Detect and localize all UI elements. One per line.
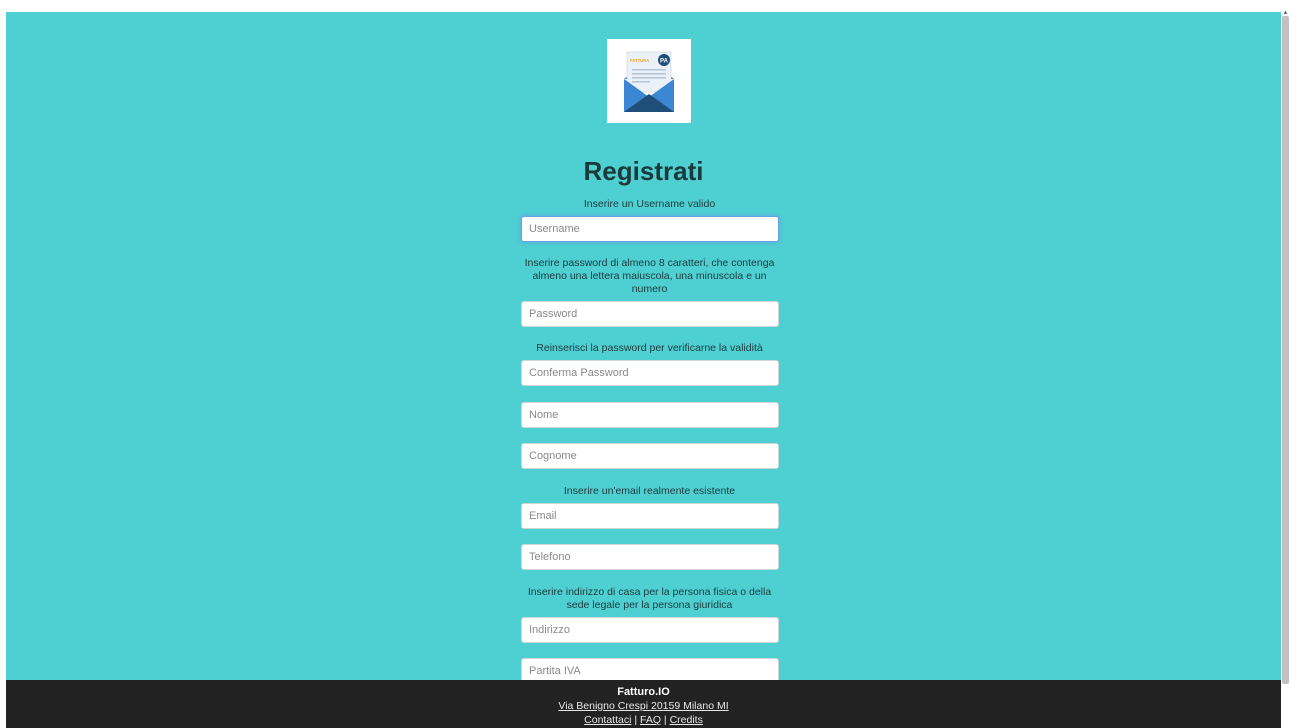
confirm-password-hint: Reinserisci la password per verificarne … [536, 342, 763, 354]
page-title: Registrati [583, 156, 704, 186]
fatturapa-logo: FATTURA PA [607, 39, 691, 123]
logo-badge-initials: PA [660, 58, 669, 64]
username-hint: Inserire un Username valido [583, 198, 716, 210]
email-hint: Inserire un'email realmente esistente [563, 485, 736, 497]
faq-link[interactable]: FAQ [640, 714, 661, 726]
indirizzo-input[interactable] [521, 617, 779, 643]
footer-separator: | [661, 714, 670, 726]
footer-separator: | [631, 714, 640, 726]
footer-links: Contattaci | FAQ | Credits [6, 713, 1281, 727]
logo-badge-text: FATTURA [630, 58, 649, 63]
page-scrollbar[interactable]: ▲ [1281, 0, 1290, 728]
nome-input[interactable] [521, 402, 779, 428]
contattaci-link[interactable]: Contattaci [584, 714, 631, 726]
footer-brand: Fatturo.IO [617, 686, 670, 698]
credits-link[interactable]: Credits [670, 714, 703, 726]
password-input[interactable] [521, 301, 779, 327]
telefono-input[interactable] [521, 544, 779, 570]
scroll-thumb[interactable] [1282, 16, 1289, 684]
envelope-icon: FATTURA PA [607, 39, 691, 123]
cognome-input[interactable] [521, 443, 779, 469]
page-viewport: FATTURA PA Registrati Inserire un Userna… [6, 12, 1281, 728]
indirizzo-hint: Inserire indirizzo di casa per la person… [527, 586, 772, 611]
confirm-password-input[interactable] [521, 360, 779, 386]
email-input[interactable] [521, 503, 779, 529]
username-input[interactable] [521, 216, 779, 242]
footer: Fatturo.IO Via Benigno Crespi 20159 Mila… [6, 680, 1281, 728]
footer-address-link[interactable]: Via Benigno Crespi 20159 Milano MI [6, 699, 1281, 713]
password-hint: Inserire password di almeno 8 caratteri,… [524, 257, 775, 295]
